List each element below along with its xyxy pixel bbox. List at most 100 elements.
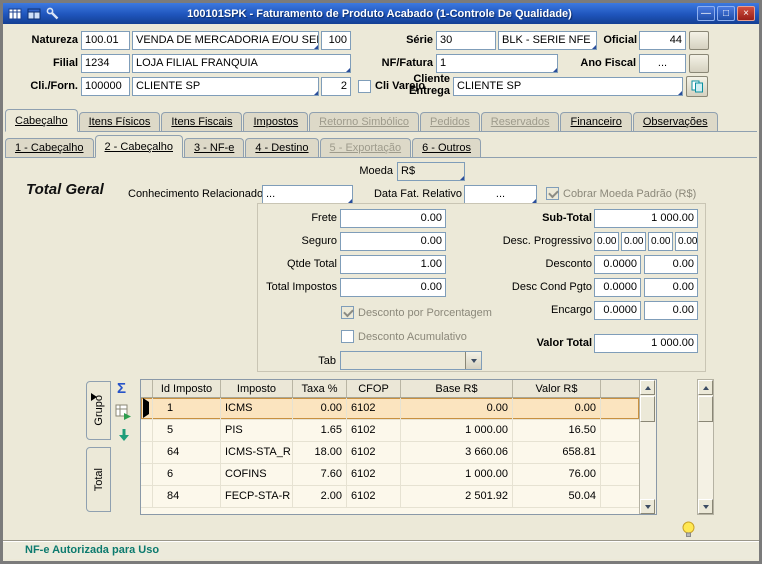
tab-1-cabecalho[interactable]: 1 - Cabeçalho — [5, 138, 94, 157]
natureza-extra-field[interactable]: 100 — [321, 31, 351, 50]
moeda-field[interactable]: R$ — [397, 162, 465, 181]
oficial-field[interactable]: 44 — [639, 31, 686, 50]
tab-itens-fiscais[interactable]: Itens Fiscais — [161, 112, 243, 131]
desc-cond-pgto-pct-field[interactable]: 0.0000 — [594, 278, 641, 297]
tab-impostos[interactable]: Impostos — [243, 112, 309, 131]
table-icon[interactable] — [26, 6, 41, 21]
encargo-label: Encargo — [551, 304, 592, 316]
wrench-icon[interactable] — [45, 6, 60, 21]
tab-combobox[interactable] — [340, 351, 482, 370]
scroll-down-button[interactable] — [698, 499, 713, 514]
oficial-lookup-button[interactable] — [689, 31, 709, 50]
desc-progressivo-field-2[interactable]: 0.00 — [621, 232, 646, 251]
valor-total-field[interactable]: 1 000.00 — [594, 334, 698, 353]
cli-forn-extra-field[interactable]: 2 — [321, 77, 351, 96]
scroll-up-button[interactable] — [640, 380, 655, 395]
status-message: NF-e Autorizada para Uso — [25, 544, 160, 556]
natureza-label: Natureza — [31, 34, 78, 46]
desconto-pct-field[interactable]: 0.0000 — [594, 255, 641, 274]
table-row[interactable]: 1 ICMS 0.00 6102 0.00 0.00 — [141, 398, 639, 420]
table-export-icon[interactable] — [115, 404, 132, 426]
chevron-down-icon[interactable] — [465, 352, 481, 369]
cli-varejo-checkbox[interactable] — [358, 80, 371, 93]
scrollbar-thumb[interactable] — [698, 396, 713, 422]
table-row[interactable]: 5 PIS 1.65 6102 1 000.00 16.50 — [141, 420, 639, 442]
scrollbar-thumb[interactable] — [640, 396, 655, 422]
col-cfop[interactable]: CFOP — [347, 380, 401, 397]
desc-progressivo-field-3[interactable]: 0.00 — [648, 232, 673, 251]
natureza-desc-field[interactable]: VENDA DE MERCADORIA E/OU SERVI — [132, 31, 319, 50]
serie-desc-field[interactable]: BLK - SERIE NFE — [498, 31, 597, 50]
cell-cfop: 6102 — [347, 464, 401, 485]
conhecimento-field[interactable]: ... — [262, 185, 353, 204]
col-id-imposto[interactable]: Id Imposto — [153, 380, 221, 397]
tab-observacoes[interactable]: Observações — [632, 112, 718, 131]
minimize-button[interactable]: — — [697, 6, 715, 21]
arrow-down-icon[interactable] — [117, 428, 131, 447]
maximize-button[interactable]: □ — [717, 6, 735, 21]
tab-3-nfe[interactable]: 3 - NF-e — [184, 138, 245, 157]
natureza-code-field[interactable]: 100.01 — [81, 31, 130, 50]
table-scrollbar[interactable] — [639, 380, 656, 514]
tab-pedidos: Pedidos — [420, 112, 480, 131]
cli-forn-desc-field[interactable]: CLIENTE SP — [132, 77, 319, 96]
cell-imposto: COFINS — [221, 464, 293, 485]
table-header: Id Imposto Imposto Taxa % CFOP Base R$ V… — [141, 380, 639, 398]
encargo-pct-field[interactable]: 0.0000 — [594, 301, 641, 320]
desc-progressivo-field-4[interactable]: 0.00 — [675, 232, 698, 251]
tab-financeiro[interactable]: Financeiro — [560, 112, 632, 131]
table-row[interactable]: 6 COFINS 7.60 6102 1 000.00 76.00 — [141, 464, 639, 486]
desc-cond-pgto-value-field[interactable]: 0.00 — [644, 278, 698, 297]
data-fat-field[interactable]: ... — [464, 185, 537, 204]
col-taxa[interactable]: Taxa % — [293, 380, 347, 397]
tab-cabecalho[interactable]: Cabeçalho — [5, 109, 78, 132]
desconto-acumulativo-checkbox[interactable] — [341, 330, 354, 343]
scroll-up-button[interactable] — [698, 380, 713, 395]
col-imposto[interactable]: Imposto — [221, 380, 293, 397]
tab-itens-fisicos[interactable]: Itens Físicos — [78, 112, 161, 131]
cobrar-moeda-label: Cobrar Moeda Padrão (R$) — [563, 188, 697, 200]
close-button[interactable]: × — [737, 6, 755, 21]
sub-total-field[interactable]: 1 000.00 — [594, 209, 698, 228]
total-impostos-field[interactable]: 0.00 — [340, 278, 446, 297]
serie-code-field[interactable]: 30 — [436, 31, 496, 50]
tab-6-outros[interactable]: 6 - Outros — [412, 138, 481, 157]
filial-desc-field[interactable]: LOJA FILIAL FRANQUIA — [132, 54, 351, 73]
tab-retorno-simbolico: Retorno Simbólico — [309, 112, 419, 131]
ano-fiscal-field[interactable]: ... — [639, 54, 686, 73]
app-grid-icon — [7, 6, 22, 21]
table-row[interactable]: 84 FECP-STA-R 2.00 6102 2 501.92 50.04 — [141, 486, 639, 508]
frete-field[interactable]: 0.00 — [340, 209, 446, 228]
side-tab-grupo[interactable]: Grupo — [86, 381, 111, 440]
desc-progressivo-field-1[interactable]: 0.00 — [594, 232, 619, 251]
cell-id-imposto: 5 — [153, 420, 221, 441]
col-valor[interactable]: Valor R$ — [513, 380, 601, 397]
col-base[interactable]: Base R$ — [401, 380, 513, 397]
tab-combo-label: Tab — [318, 355, 336, 367]
cliente-entrega-copy-button[interactable] — [686, 76, 708, 97]
col-indicator — [141, 380, 153, 397]
cell-valor: 0.00 — [513, 398, 601, 419]
nf-fatura-field[interactable]: 1 — [436, 54, 558, 73]
tab-4-destino[interactable]: 4 - Destino — [245, 138, 319, 157]
desconto-value-field[interactable]: 0.00 — [644, 255, 698, 274]
cell-valor: 76.00 — [513, 464, 601, 485]
qtde-total-field[interactable]: 1.00 — [340, 255, 446, 274]
encargo-value-field[interactable]: 0.00 — [644, 301, 698, 320]
row-indicator — [141, 398, 153, 419]
ano-fiscal-lookup-button[interactable] — [689, 54, 709, 73]
cell-base: 1 000.00 — [401, 420, 513, 441]
panel-scrollbar[interactable] — [697, 379, 714, 515]
scroll-down-button[interactable] — [640, 499, 655, 514]
cell-id-imposto: 6 — [153, 464, 221, 485]
sum-icon[interactable]: Σ — [117, 380, 126, 397]
tab-2-cabecalho[interactable]: 2 - Cabeçalho — [94, 135, 183, 158]
cliente-entrega-field[interactable]: CLIENTE SP — [453, 77, 683, 96]
cli-forn-code-field[interactable]: 100000 — [81, 77, 130, 96]
cell-taxa: 2.00 — [293, 486, 347, 507]
side-tab-total[interactable]: Total — [86, 447, 111, 512]
cell-taxa: 7.60 — [293, 464, 347, 485]
seguro-field[interactable]: 0.00 — [340, 232, 446, 251]
table-row[interactable]: 64 ICMS-STA_R 18.00 6102 3 660.06 658.81 — [141, 442, 639, 464]
filial-code-field[interactable]: 1234 — [81, 54, 130, 73]
